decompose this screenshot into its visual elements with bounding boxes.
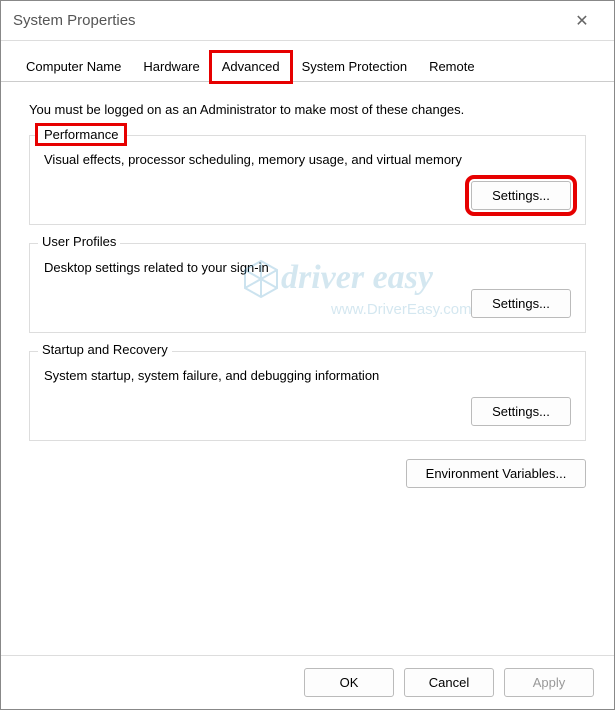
user-profiles-legend: User Profiles	[38, 234, 120, 249]
admin-note: You must be logged on as an Administrato…	[29, 102, 586, 117]
performance-settings-button[interactable]: Settings...	[471, 181, 571, 210]
tab-strip: Computer Name Hardware Advanced System P…	[1, 41, 614, 82]
performance-legend: Performance	[38, 126, 124, 143]
ok-button[interactable]: OK	[304, 668, 394, 697]
environment-variables-button[interactable]: Environment Variables...	[406, 459, 586, 488]
tab-computer-name[interactable]: Computer Name	[15, 52, 132, 82]
tab-remote[interactable]: Remote	[418, 52, 486, 82]
startup-recovery-settings-button[interactable]: Settings...	[471, 397, 571, 426]
startup-recovery-legend: Startup and Recovery	[38, 342, 172, 357]
apply-button[interactable]: Apply	[504, 668, 594, 697]
user-profiles-settings-button[interactable]: Settings...	[471, 289, 571, 318]
performance-group: Performance Visual effects, processor sc…	[29, 135, 586, 225]
cancel-button[interactable]: Cancel	[404, 668, 494, 697]
user-profiles-description: Desktop settings related to your sign-in	[44, 260, 571, 275]
performance-description: Visual effects, processor scheduling, me…	[44, 152, 571, 167]
close-icon[interactable]: ✕	[562, 6, 602, 36]
tab-system-protection[interactable]: System Protection	[291, 52, 419, 82]
user-profiles-group: User Profiles Desktop settings related t…	[29, 243, 586, 333]
tab-advanced[interactable]: Advanced	[211, 52, 291, 82]
titlebar: System Properties ✕	[1, 1, 614, 41]
tab-hardware[interactable]: Hardware	[132, 52, 210, 82]
dialog-footer: OK Cancel Apply	[1, 655, 614, 709]
window-title: System Properties	[13, 12, 136, 29]
startup-recovery-description: System startup, system failure, and debu…	[44, 368, 571, 383]
advanced-panel: You must be logged on as an Administrato…	[1, 82, 614, 508]
startup-recovery-group: Startup and Recovery System startup, sys…	[29, 351, 586, 441]
